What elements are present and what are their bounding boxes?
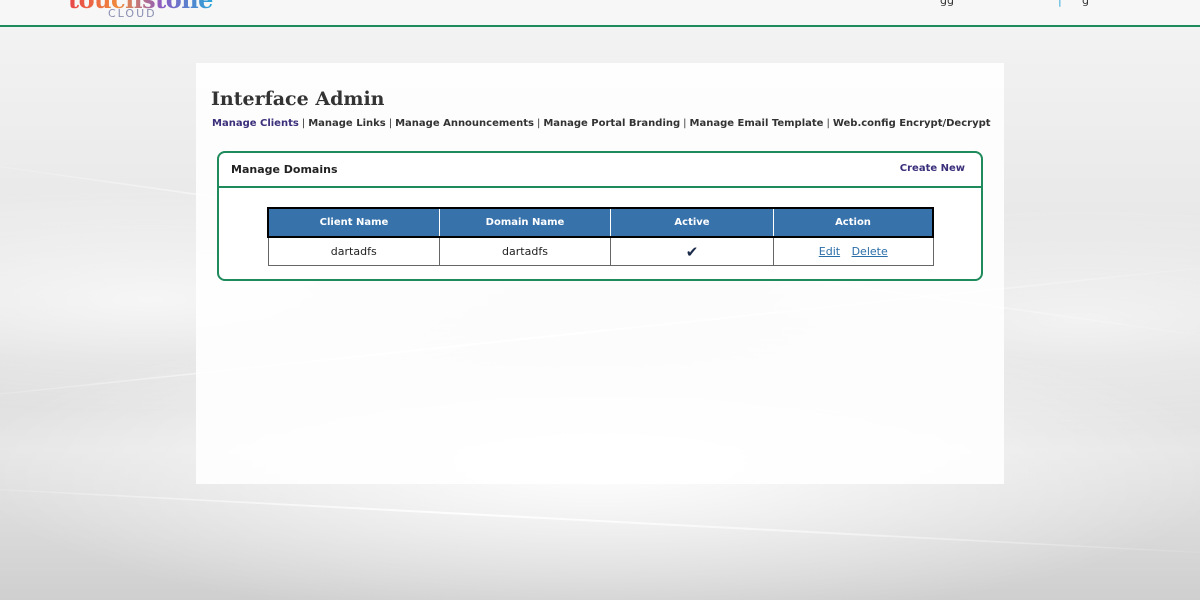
admin-nav: Manage Clients | Manage Links | Manage Annou… xyxy=(212,118,991,129)
content-panel: Interface Admin Manage Clients | Manage Li… xyxy=(196,63,1004,484)
domains-table: Client Name Domain Name Active Action da… xyxy=(267,207,934,266)
top-nav-divider: | xyxy=(1058,0,1062,7)
checkmark-icon: ✔ xyxy=(685,242,699,261)
nav-separator: | xyxy=(388,118,393,129)
column-header-domain-name: Domain Name xyxy=(439,207,611,238)
top-nav-fragment[interactable]: gg xyxy=(940,0,954,7)
background-swoosh xyxy=(0,483,1200,559)
nav-manage-portal-branding[interactable]: Manage Portal Branding xyxy=(543,118,680,129)
nav-manage-announcements[interactable]: Manage Announcements xyxy=(395,118,534,129)
top-nav-fragment[interactable]: g xyxy=(1082,0,1089,7)
nav-separator: | xyxy=(536,118,541,129)
table-row: dartadfs dartadfs ✔ Edit Delete xyxy=(267,236,934,266)
cell-action: Edit Delete xyxy=(773,236,934,266)
cell-client-name: dartadfs xyxy=(267,236,440,266)
nav-separator: | xyxy=(683,118,687,129)
create-new-link[interactable]: Create New xyxy=(900,163,965,174)
nav-manage-links[interactable]: Manage Links xyxy=(308,118,386,129)
logo-subtitle: CLOUD xyxy=(108,7,157,20)
nav-separator: | xyxy=(301,118,306,129)
delete-link[interactable]: Delete xyxy=(852,245,888,258)
column-header-action: Action xyxy=(773,207,934,238)
top-bar: touchstone CLOUD gg | g xyxy=(0,0,1200,27)
page-title: Interface Admin xyxy=(211,88,385,110)
column-header-client-name: Client Name xyxy=(267,207,440,238)
nav-separator: | xyxy=(826,118,830,129)
nav-manage-clients[interactable]: Manage Clients xyxy=(212,118,299,129)
manage-domains-box: Manage Domains Create New Client Name Do… xyxy=(217,151,983,281)
nav-webconfig-encrypt-decrypt[interactable]: Web.config Encrypt/Decrypt xyxy=(833,118,991,129)
manage-domains-header: Manage Domains Create New xyxy=(219,153,981,188)
nav-manage-email-template[interactable]: Manage Email Template xyxy=(690,118,824,129)
cell-active: ✔ xyxy=(610,236,774,266)
column-header-active: Active xyxy=(610,207,774,238)
table-header-row: Client Name Domain Name Active Action xyxy=(267,207,934,238)
manage-domains-title: Manage Domains xyxy=(231,163,338,176)
cell-domain-name: dartadfs xyxy=(439,236,611,266)
edit-link[interactable]: Edit xyxy=(819,245,840,258)
